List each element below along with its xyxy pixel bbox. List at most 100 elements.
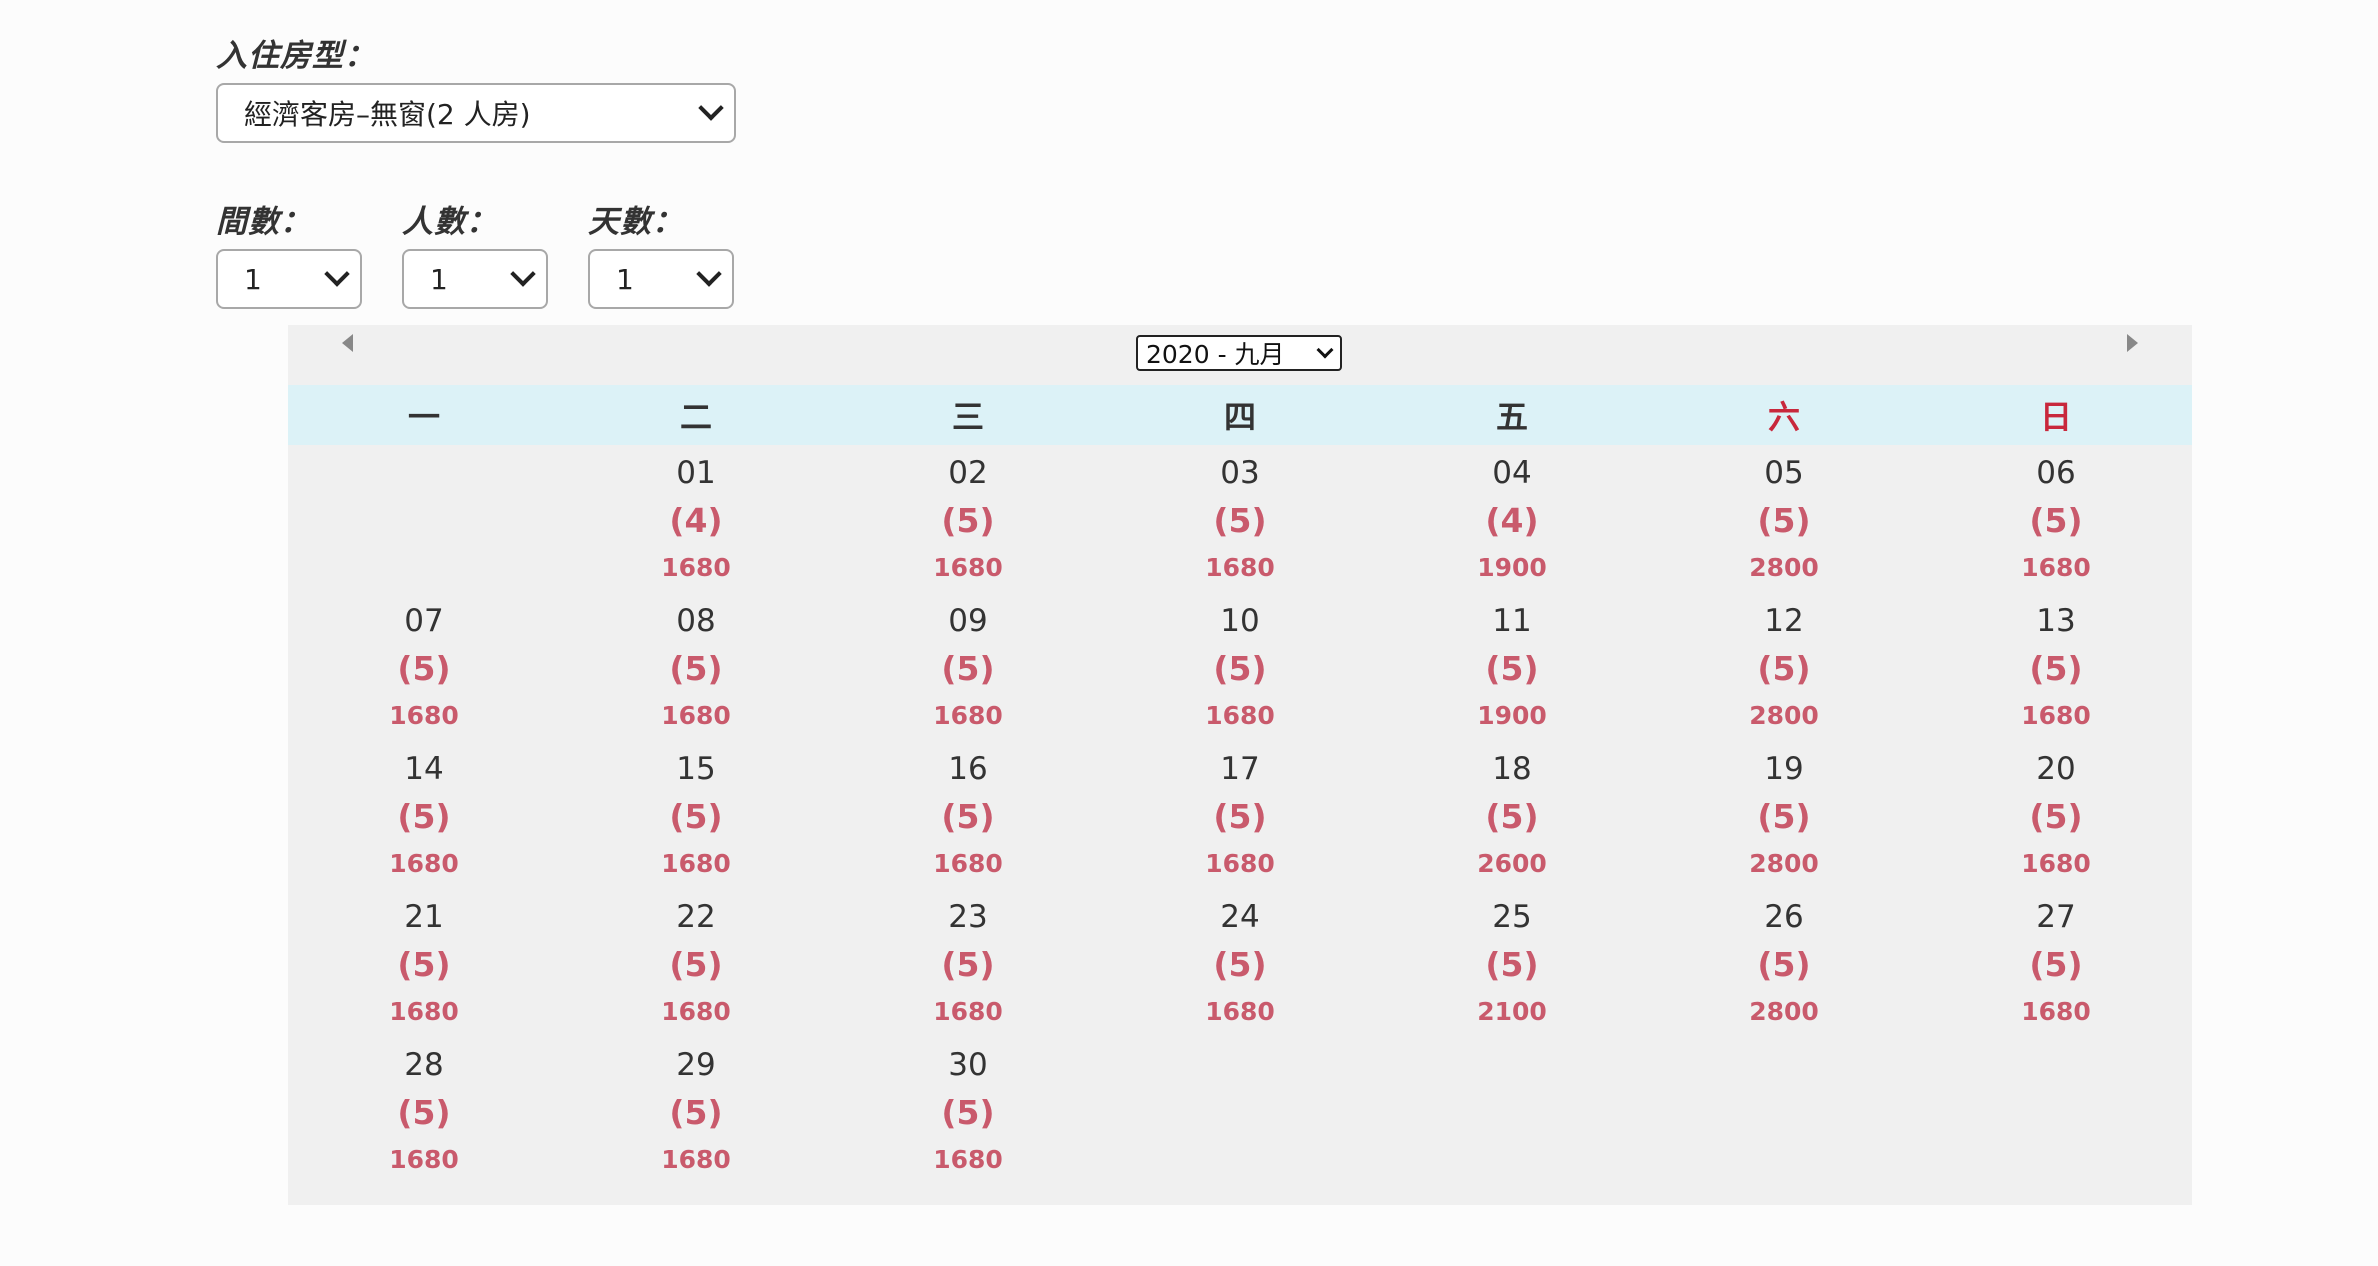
day-price: 2800: [1749, 849, 1819, 878]
day-cell[interactable]: 09 (5) 1680: [832, 593, 1104, 741]
day-price: 1680: [1205, 849, 1275, 878]
day-cell[interactable]: 28 (5) 1680: [288, 1037, 560, 1185]
weekday-fri: 五: [1495, 398, 1528, 436]
day-availability: (5): [397, 1093, 451, 1132]
day-number: 01: [676, 455, 716, 491]
guests-label: 人數：: [402, 204, 498, 240]
room-type-select[interactable]: 經濟客房–無窗(2 人房): [216, 83, 736, 143]
day-price: 1900: [1477, 701, 1547, 730]
day-cell[interactable]: 30 (5) 1680: [832, 1037, 1104, 1185]
day-price: 2800: [1749, 997, 1819, 1026]
day-price: 1680: [661, 553, 731, 582]
day-cell[interactable]: 03 (5) 1680: [1104, 445, 1376, 593]
day-number: 04: [1492, 455, 1532, 491]
day-cell[interactable]: 11 (5) 1900: [1376, 593, 1648, 741]
day-cell[interactable]: 12 (5) 2800: [1648, 593, 1920, 741]
day-cell[interactable]: 10 (5) 1680: [1104, 593, 1376, 741]
day-number: 25: [1492, 899, 1532, 935]
day-number: 29: [676, 1047, 716, 1083]
day-availability: (5): [941, 501, 995, 540]
nights-label: 天數：: [588, 204, 684, 240]
day-cell[interactable]: 06 (5) 1680: [1920, 445, 2192, 593]
day-price: 1680: [933, 701, 1003, 730]
day-availability: (5): [669, 1093, 723, 1132]
rooms-value: 1: [244, 262, 262, 296]
day-availability: (5): [941, 649, 995, 688]
day-grid: 01 (4) 1680 02 (5) 1680 03 (5) 1680 04 (4) 1900 05 (5…: [288, 445, 2192, 1185]
guests-value: 1: [430, 262, 448, 296]
day-cell[interactable]: 29 (5) 1680: [560, 1037, 832, 1185]
day-number: 08: [676, 603, 716, 639]
day-cell[interactable]: 16 (5) 1680: [832, 741, 1104, 889]
day-availability: (5): [2029, 945, 2083, 984]
day-number: 22: [676, 899, 716, 935]
day-price: 2800: [1749, 553, 1819, 582]
rooms-select[interactable]: 1: [216, 249, 362, 309]
day-number: 26: [1764, 899, 1804, 935]
day-number: 19: [1764, 751, 1804, 787]
day-number: 14: [404, 751, 444, 787]
day-cell[interactable]: 13 (5) 1680: [1920, 593, 2192, 741]
day-cell[interactable]: 21 (5) 1680: [288, 889, 560, 1037]
prev-month-icon[interactable]: [342, 334, 353, 352]
weekday-sun: 日: [2039, 398, 2072, 436]
day-number: 15: [676, 751, 716, 787]
day-cell[interactable]: 27 (5) 1680: [1920, 889, 2192, 1037]
rooms-label: 間數：: [216, 204, 312, 240]
day-cell[interactable]: 20 (5) 1680: [1920, 741, 2192, 889]
day-cell[interactable]: 14 (5) 1680: [288, 741, 560, 889]
guests-select[interactable]: 1: [402, 249, 548, 309]
day-cell[interactable]: 24 (5) 1680: [1104, 889, 1376, 1037]
day-number: 13: [2036, 603, 2076, 639]
day-price: 1680: [1205, 997, 1275, 1026]
weekday-thu: 四: [1223, 398, 1256, 436]
day-price: 1680: [389, 701, 459, 730]
chevron-down-icon: [510, 261, 536, 287]
chevron-down-icon: [324, 261, 350, 287]
day-cell[interactable]: 07 (5) 1680: [288, 593, 560, 741]
day-price: 1680: [389, 997, 459, 1026]
day-cell[interactable]: 19 (5) 2800: [1648, 741, 1920, 889]
calendar: 2020 - 九月 一 二 三 四 五 六 日 01 (4) 1680 02 (5) 16…: [288, 325, 2192, 1205]
day-cell[interactable]: 01 (4) 1680: [560, 445, 832, 593]
day-availability: (5): [397, 649, 451, 688]
day-cell[interactable]: 25 (5) 2100: [1376, 889, 1648, 1037]
day-price: 1680: [1205, 553, 1275, 582]
nights-select[interactable]: 1: [588, 249, 734, 309]
day-availability: (5): [941, 945, 995, 984]
day-cell[interactable]: 18 (5) 2600: [1376, 741, 1648, 889]
day-number: 18: [1492, 751, 1532, 787]
day-cell[interactable]: 15 (5) 1680: [560, 741, 832, 889]
next-month-icon[interactable]: [2127, 334, 2138, 352]
day-cell[interactable]: 22 (5) 1680: [560, 889, 832, 1037]
day-cell[interactable]: 08 (5) 1680: [560, 593, 832, 741]
weekday-mon: 一: [407, 398, 440, 436]
day-number: 16: [948, 751, 988, 787]
day-price: 1680: [2021, 553, 2091, 582]
day-availability: (5): [1213, 649, 1267, 688]
day-cell[interactable]: 04 (4) 1900: [1376, 445, 1648, 593]
day-cell[interactable]: 02 (5) 1680: [832, 445, 1104, 593]
month-select[interactable]: 2020 - 九月: [1136, 335, 1342, 371]
day-cell[interactable]: 23 (5) 1680: [832, 889, 1104, 1037]
day-number: 09: [948, 603, 988, 639]
day-price: 1680: [2021, 997, 2091, 1026]
day-price: 1680: [661, 1145, 731, 1174]
nights-value: 1: [616, 262, 634, 296]
day-availability: (4): [669, 501, 723, 540]
day-cell[interactable]: 05 (5) 2800: [1648, 445, 1920, 593]
day-availability: (5): [2029, 797, 2083, 836]
day-availability: (5): [1213, 501, 1267, 540]
empty-day-cell: [288, 445, 560, 593]
day-price: 2100: [1477, 997, 1547, 1026]
day-availability: (5): [1757, 649, 1811, 688]
room-type-label: 入住房型：: [216, 38, 376, 74]
day-availability: (5): [2029, 649, 2083, 688]
day-cell[interactable]: 26 (5) 2800: [1648, 889, 1920, 1037]
day-availability: (5): [2029, 501, 2083, 540]
day-number: 02: [948, 455, 988, 491]
day-price: 1680: [933, 997, 1003, 1026]
day-price: 1680: [1205, 701, 1275, 730]
day-cell[interactable]: 17 (5) 1680: [1104, 741, 1376, 889]
day-availability: (5): [1757, 945, 1811, 984]
